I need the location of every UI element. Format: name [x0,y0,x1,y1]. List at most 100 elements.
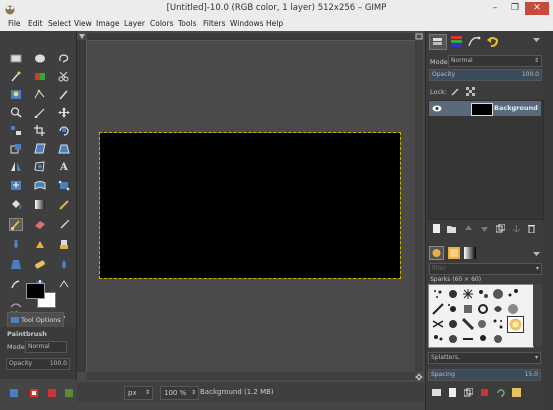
menu-layer[interactable]: Layer [124,19,145,28]
brush-item[interactable] [462,333,474,345]
heal-icon[interactable] [34,259,46,270]
lower-layer-icon[interactable] [480,224,489,233]
navigate-icon[interactable] [415,373,423,381]
select-by-color-icon[interactable] [34,71,46,82]
duplicate-brush-icon[interactable] [464,388,473,397]
text-icon[interactable]: A [58,161,70,172]
vertical-scrollbar[interactable] [415,40,423,372]
lock-alpha-icon[interactable] [466,87,475,96]
duplicate-layer-icon[interactable] [496,224,505,233]
canvas-menu-icon[interactable] [78,33,86,40]
spacing-slider[interactable]: Spacing 15.0 [428,369,541,381]
menu-image[interactable]: Image [96,19,120,28]
layers-tab[interactable] [429,34,447,50]
opacity-slider[interactable]: Opacity 100.0 [6,358,70,370]
brush-item[interactable] [462,303,474,315]
brush-item[interactable] [432,318,444,330]
menu-help[interactable]: Help [266,19,283,28]
brush-item[interactable] [432,288,444,300]
ellipse-select-icon[interactable] [34,53,46,64]
brush-grid[interactable] [428,284,534,348]
unit-select[interactable]: px ⇕ [124,386,153,400]
brush-item[interactable] [432,303,444,315]
warp-transform-icon[interactable] [34,180,46,191]
dock-scrollbar[interactable] [543,31,553,410]
new-layer-group-icon[interactable] [447,224,456,233]
color-picker-icon[interactable] [58,89,70,100]
save-tool-preset-icon[interactable] [9,388,19,398]
minimize-button[interactable]: – [486,2,504,15]
brushes-menu-icon[interactable] [532,249,541,258]
airbrush-icon[interactable] [58,219,70,230]
brush-filter-input[interactable]: filter ▾ [429,263,542,275]
brush-item[interactable] [507,303,519,315]
mode-select[interactable]: Normal [25,341,67,353]
menu-file[interactable]: File [8,19,21,28]
crop-icon[interactable] [34,125,46,136]
pencil-icon[interactable] [58,199,70,210]
handle-transform-icon[interactable] [58,180,70,191]
brush-grid-scrollbar[interactable] [533,284,542,346]
brush-item-selected[interactable] [507,316,524,333]
menu-windows[interactable]: Windows [230,19,263,28]
foreground-select-icon[interactable] [10,89,22,100]
channels-icon[interactable] [450,35,463,48]
layer-opacity-slider[interactable]: Opacity 100.0 [429,69,542,81]
menu-colors[interactable]: Colors [150,19,174,28]
lock-pixels-icon[interactable] [451,87,460,96]
move-icon[interactable] [58,107,70,118]
rect-select-icon[interactable] [10,53,22,64]
gradient-icon[interactable] [34,199,46,210]
brush-item[interactable] [477,288,489,300]
scale-icon[interactable] [10,143,22,154]
brush-item[interactable] [462,288,474,300]
visibility-eye-icon[interactable] [432,105,442,112]
paintbrush-icon[interactable] [9,218,23,231]
brush-item[interactable] [492,303,504,315]
unified-transform-icon[interactable] [10,180,22,191]
patterns-icon[interactable] [448,247,460,259]
perspective-clone-icon[interactable] [10,259,22,270]
delete-tool-preset-icon[interactable] [47,388,57,398]
image-canvas[interactable] [99,132,401,279]
scissors-icon[interactable] [58,71,70,82]
brush-item[interactable] [447,303,459,315]
measure-icon[interactable] [34,107,46,118]
cage-transform-icon[interactable] [34,161,46,172]
brush-tag-input[interactable]: Splatters, ▾ [428,352,541,364]
edit-brush-icon[interactable] [432,388,441,397]
undo-history-icon[interactable] [486,35,499,48]
brushes-tab[interactable] [429,246,444,260]
eraser-icon[interactable] [34,219,46,230]
menu-view[interactable]: View [74,19,92,28]
zoom-fit-icon[interactable] [415,33,423,40]
close-button[interactable]: ✕ [525,2,549,15]
align-icon[interactable] [10,125,22,136]
brush-item[interactable] [447,333,459,345]
paths-tab-icon[interactable] [468,35,481,48]
menu-select[interactable]: Select [48,19,71,28]
new-brush-icon[interactable] [448,388,457,397]
gradients-tab-icon[interactable] [464,247,476,259]
shear-icon[interactable] [34,143,46,154]
perspective-icon[interactable] [58,143,70,154]
brush-item[interactable] [447,318,459,330]
horizontal-ruler[interactable] [87,33,415,41]
brush-item[interactable] [461,317,475,331]
horizontal-scrollbar[interactable] [87,372,415,380]
foreground-color-swatch[interactable] [26,283,45,299]
lasso-extra-icon[interactable] [58,279,70,290]
delete-layer-icon[interactable] [527,224,536,233]
zoom-select[interactable]: 100 % ⇕ [160,386,199,400]
zoom-icon[interactable] [10,107,22,118]
fuzzy-select-icon[interactable] [10,71,22,82]
warp-icon[interactable] [10,299,22,310]
mypaint-brush-icon[interactable] [34,239,46,250]
open-brush-editor-icon[interactable] [512,388,521,397]
rotate-icon[interactable] [58,125,70,136]
brush-item[interactable] [477,333,489,345]
flip-icon[interactable] [10,161,22,172]
blur-icon[interactable] [58,259,70,270]
clone-icon[interactable] [58,239,70,250]
maximize-button[interactable]: ❐ [506,2,524,15]
